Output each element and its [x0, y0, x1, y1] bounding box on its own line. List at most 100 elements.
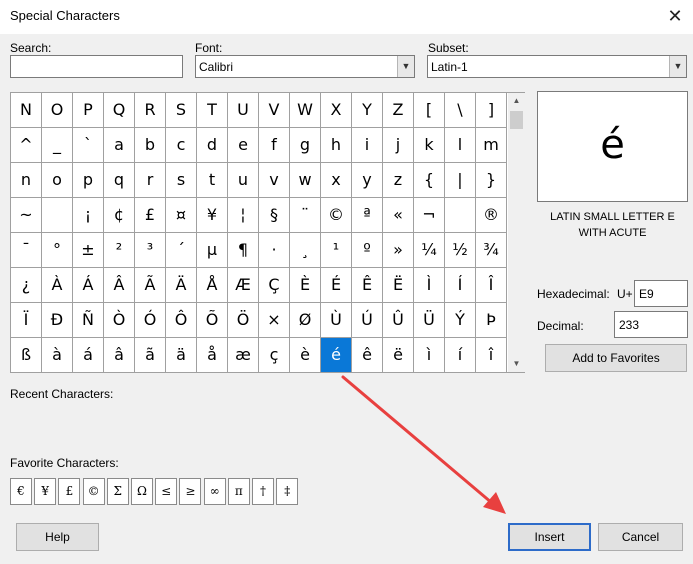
character-cell[interactable]: ¹ — [321, 233, 352, 268]
character-cell[interactable] — [445, 198, 476, 233]
character-cell[interactable]: Æ — [228, 268, 259, 303]
character-cell[interactable]: î — [476, 338, 507, 373]
favorite-character-button[interactable]: £ — [58, 478, 81, 505]
character-cell[interactable]: Å — [197, 268, 228, 303]
character-cell[interactable]: g — [290, 128, 321, 163]
character-cell[interactable]: l — [445, 128, 476, 163]
character-cell[interactable]: å — [197, 338, 228, 373]
character-cell[interactable]: d — [197, 128, 228, 163]
character-cell[interactable]: £ — [135, 198, 166, 233]
character-cell[interactable]: ¡ — [73, 198, 104, 233]
character-cell[interactable]: ± — [73, 233, 104, 268]
character-cell[interactable]: X — [321, 93, 352, 128]
character-cell[interactable]: Û — [383, 303, 414, 338]
character-cell[interactable]: ³ — [135, 233, 166, 268]
character-cell[interactable]: f — [259, 128, 290, 163]
character-cell[interactable]: _ — [42, 128, 73, 163]
character-cell[interactable]: Q — [104, 93, 135, 128]
favorite-character-button[interactable]: € — [10, 478, 32, 505]
font-dropdown[interactable]: Calibri ▼ — [195, 55, 415, 78]
character-cell[interactable]: Ä — [166, 268, 197, 303]
character-cell[interactable]: z — [383, 163, 414, 198]
character-cell[interactable]: È — [290, 268, 321, 303]
character-cell[interactable]: ê — [352, 338, 383, 373]
character-cell[interactable]: ¾ — [476, 233, 507, 268]
subset-dropdown[interactable]: Latin-1 ▼ — [427, 55, 687, 78]
hexadecimal-input[interactable]: E9 — [634, 280, 688, 307]
character-cell[interactable]: Ï — [11, 303, 42, 338]
character-cell[interactable]: ä — [166, 338, 197, 373]
character-cell[interactable]: § — [259, 198, 290, 233]
character-cell[interactable]: ¬ — [414, 198, 445, 233]
character-cell[interactable]: Ð — [42, 303, 73, 338]
cancel-button[interactable]: Cancel — [598, 523, 683, 551]
character-cell[interactable] — [42, 198, 73, 233]
character-cell[interactable]: í — [445, 338, 476, 373]
character-cell[interactable]: Õ — [197, 303, 228, 338]
character-cell[interactable]: ¸ — [290, 233, 321, 268]
character-cell[interactable]: » — [383, 233, 414, 268]
character-cell[interactable]: } — [476, 163, 507, 198]
character-cell[interactable]: ì — [414, 338, 445, 373]
character-cell[interactable]: \ — [445, 93, 476, 128]
character-cell[interactable]: W — [290, 93, 321, 128]
character-cell[interactable]: k — [414, 128, 445, 163]
character-cell[interactable]: Y — [352, 93, 383, 128]
favorite-character-button[interactable]: Σ — [106, 478, 129, 505]
character-cell[interactable]: Ö — [228, 303, 259, 338]
character-cell[interactable]: ã — [135, 338, 166, 373]
character-cell[interactable]: ¯ — [11, 233, 42, 268]
character-cell[interactable]: µ — [197, 233, 228, 268]
character-cell[interactable]: c — [166, 128, 197, 163]
character-cell[interactable]: u — [228, 163, 259, 198]
character-cell[interactable]: Z — [383, 93, 414, 128]
character-cell[interactable]: v — [259, 163, 290, 198]
character-cell[interactable]: o — [42, 163, 73, 198]
character-cell[interactable]: ½ — [445, 233, 476, 268]
search-input[interactable] — [10, 55, 183, 78]
character-cell[interactable]: ë — [383, 338, 414, 373]
character-cell[interactable]: { — [414, 163, 445, 198]
character-cell[interactable]: ° — [42, 233, 73, 268]
character-cell[interactable]: ¨ — [290, 198, 321, 233]
character-cell[interactable]: ~ — [11, 198, 42, 233]
favorite-character-button[interactable]: ≥ — [179, 478, 202, 505]
character-cell[interactable]: Ý — [445, 303, 476, 338]
character-cell[interactable]: Â — [104, 268, 135, 303]
character-cell[interactable]: t — [197, 163, 228, 198]
character-cell[interactable]: ` — [73, 128, 104, 163]
decimal-input[interactable]: 233 — [614, 311, 688, 338]
chevron-down-icon[interactable]: ▼ — [397, 56, 414, 77]
favorite-character-button[interactable]: † — [252, 478, 274, 505]
favorite-character-button[interactable]: ∞ — [203, 478, 226, 505]
character-cell[interactable]: à — [42, 338, 73, 373]
character-cell[interactable]: V — [259, 93, 290, 128]
character-cell[interactable]: U — [228, 93, 259, 128]
insert-button[interactable]: Insert — [508, 523, 591, 551]
character-cell[interactable]: h — [321, 128, 352, 163]
character-cell[interactable]: j — [383, 128, 414, 163]
character-cell[interactable]: S — [166, 93, 197, 128]
character-cell[interactable]: | — [445, 163, 476, 198]
character-cell[interactable]: r — [135, 163, 166, 198]
chevron-down-icon[interactable]: ▼ — [669, 56, 686, 77]
character-cell[interactable]: Ê — [352, 268, 383, 303]
character-cell[interactable]: ´ — [166, 233, 197, 268]
character-cell[interactable]: · — [259, 233, 290, 268]
character-cell[interactable]: ^ — [11, 128, 42, 163]
character-cell[interactable]: ¥ — [197, 198, 228, 233]
character-cell[interactable]: b — [135, 128, 166, 163]
character-cell[interactable]: ¿ — [11, 268, 42, 303]
character-cell[interactable]: T — [197, 93, 228, 128]
character-cell[interactable]: [ — [414, 93, 445, 128]
character-cell[interactable]: y — [352, 163, 383, 198]
character-cell[interactable]: Ç — [259, 268, 290, 303]
character-cell[interactable]: N — [11, 93, 42, 128]
character-cell[interactable]: À — [42, 268, 73, 303]
character-cell[interactable]: Þ — [476, 303, 507, 338]
favorite-character-button[interactable]: ≤ — [155, 478, 178, 505]
character-cell[interactable]: x — [321, 163, 352, 198]
character-cell[interactable]: ² — [104, 233, 135, 268]
character-cell[interactable]: É — [321, 268, 352, 303]
character-cell[interactable]: Ñ — [73, 303, 104, 338]
